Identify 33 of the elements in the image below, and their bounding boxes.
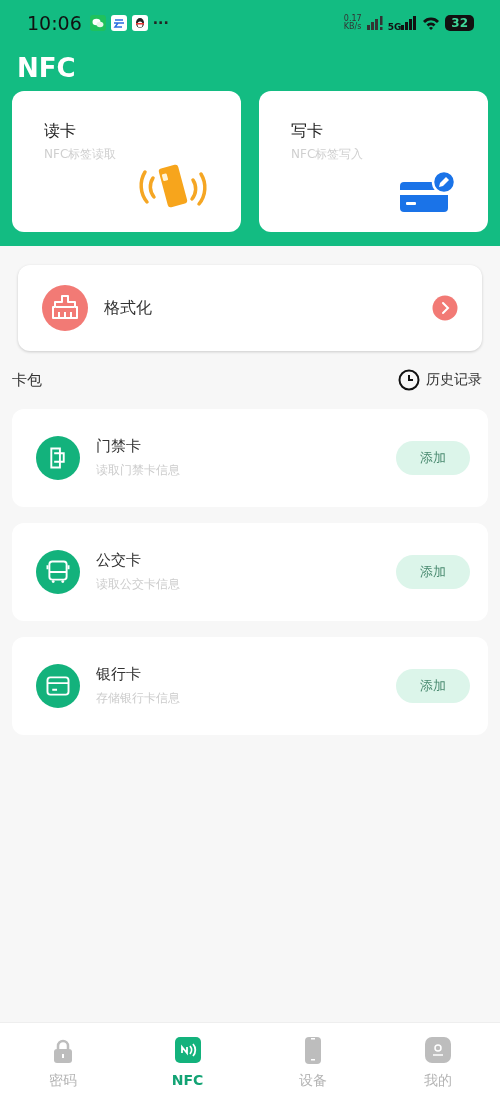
page-title: NFC: [16, 52, 77, 85]
add-button[interactable]: 添加: [396, 669, 470, 703]
add-button[interactable]: 添加: [396, 555, 470, 589]
network-type: 5G: [387, 21, 402, 32]
action-title: 写卡: [291, 121, 324, 142]
action-title: 读卡: [44, 121, 77, 142]
clock-time: 10:06: [27, 11, 82, 34]
more-notifications: ···: [152, 14, 169, 31]
bank-card-icon: [36, 664, 80, 708]
penguin-app-icon: [131, 14, 148, 31]
chevron-right-icon: [432, 295, 458, 321]
format-label: 格式化: [104, 297, 153, 319]
wifi-icon: [422, 15, 441, 30]
section-title: 卡包: [12, 370, 42, 390]
card-name: 银行卡: [96, 665, 142, 684]
add-button[interactable]: 添加: [396, 441, 470, 475]
cloud-app-icon: [110, 14, 127, 31]
signal-icon: [366, 15, 383, 30]
door-card-icon: [36, 436, 80, 480]
clock-icon: [398, 369, 420, 391]
card-name: 公交卡: [96, 551, 142, 570]
bus-icon: [36, 550, 80, 594]
brush-icon: [42, 285, 88, 331]
battery-level: 32: [445, 14, 474, 31]
nfc-icon: [174, 1037, 201, 1064]
format-card[interactable]: 格式化: [18, 265, 482, 351]
chat-app-icon: [89, 14, 106, 31]
history-link[interactable]: 历史记录: [398, 369, 482, 391]
profile-icon: [424, 1037, 451, 1064]
network-speed-unit: KB/s: [343, 22, 362, 31]
signal-icon: [401, 15, 418, 30]
card-name: 门禁卡: [96, 437, 142, 456]
network-speed-value: 0.17: [343, 14, 362, 23]
